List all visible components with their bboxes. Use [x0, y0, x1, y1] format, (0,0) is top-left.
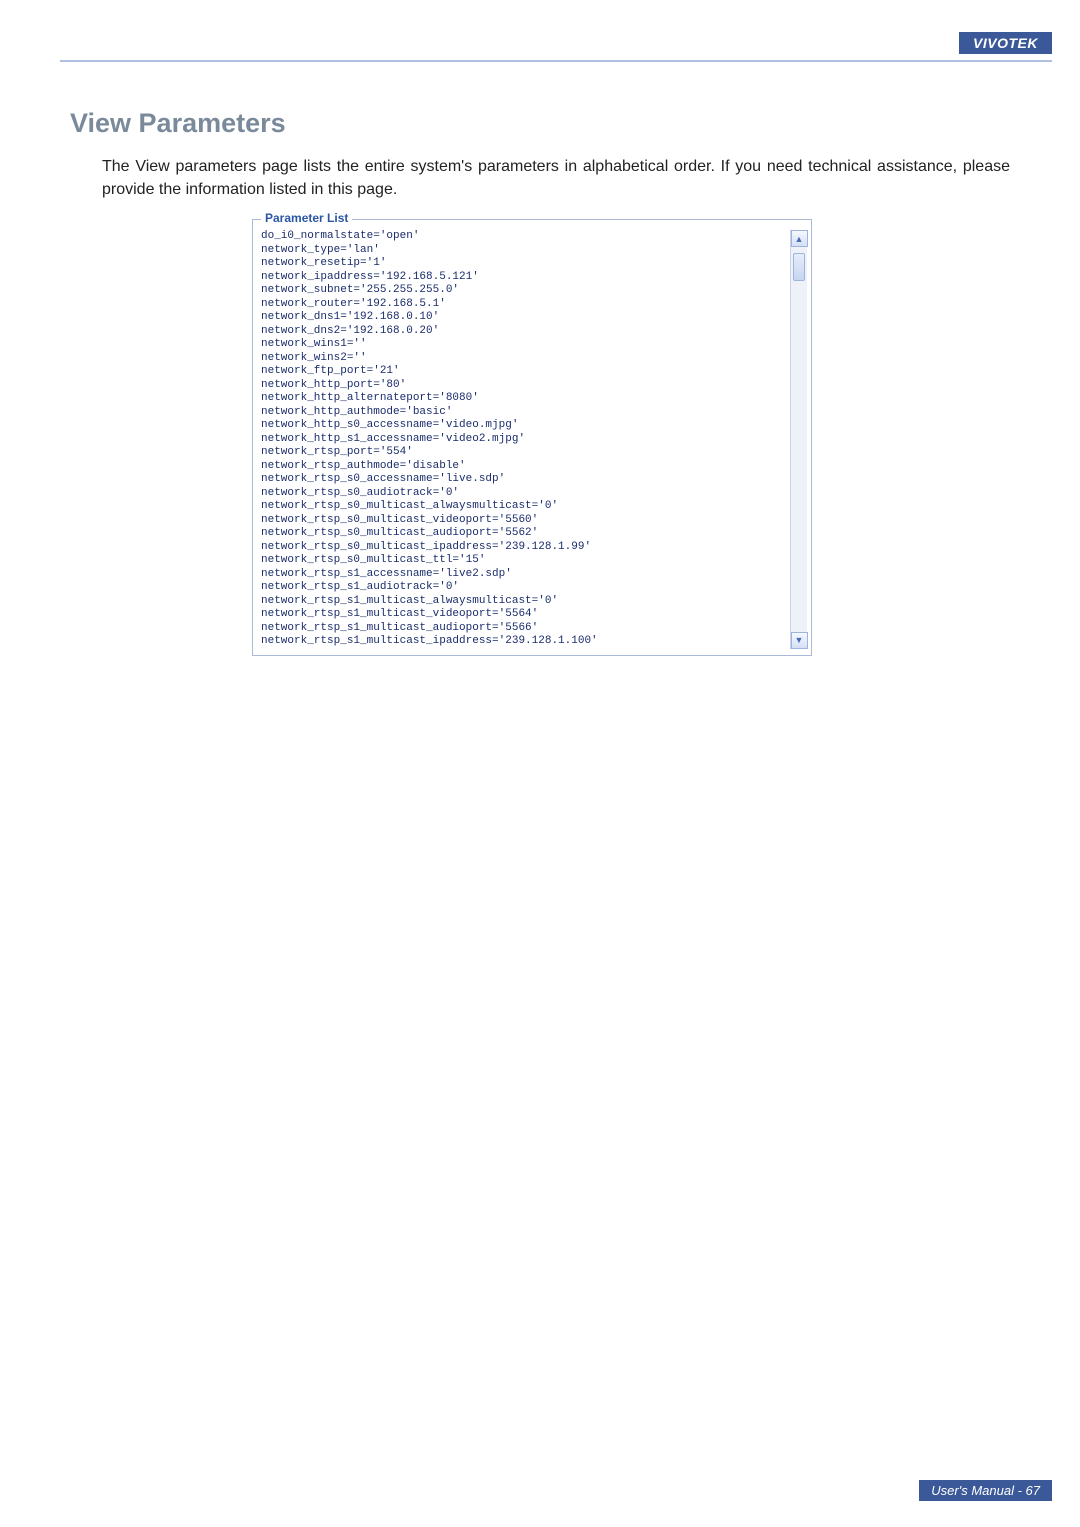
scroll-track[interactable]	[791, 247, 807, 632]
parameter-text[interactable]: do_i0_normalstate='open' network_type='l…	[261, 230, 790, 649]
parameter-list-panel: Parameter List do_i0_normalstate='open' …	[252, 219, 812, 656]
scrollbar[interactable]: ▲ ▼	[790, 230, 807, 649]
content-area: View Parameters The View parameters page…	[70, 108, 1010, 656]
scroll-up-button[interactable]: ▲	[791, 230, 808, 247]
intro-paragraph: The View parameters page lists the entir…	[70, 155, 1010, 201]
header-divider	[60, 60, 1052, 62]
page-title: View Parameters	[70, 108, 1010, 139]
panel-body: do_i0_normalstate='open' network_type='l…	[261, 230, 807, 649]
brand-badge: VIVOTEK	[959, 32, 1052, 54]
footer-badge: User's Manual - 67	[919, 1480, 1052, 1501]
scroll-down-button[interactable]: ▼	[791, 632, 808, 649]
scroll-thumb[interactable]	[793, 253, 805, 281]
panel-legend: Parameter List	[261, 211, 352, 225]
